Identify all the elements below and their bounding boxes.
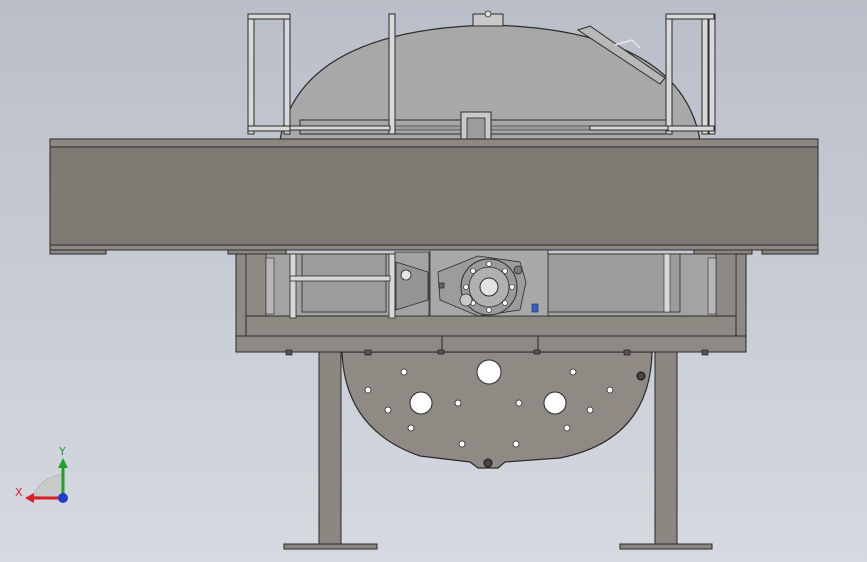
left-foot-plate — [283, 543, 378, 550]
right-foot-plate — [619, 543, 713, 550]
left-leg — [318, 351, 342, 547]
beam-end-flange-right — [761, 249, 819, 255]
triad-z-axis — [58, 493, 68, 503]
bottom-disc-plate — [341, 351, 653, 469]
disc-bolt-bottom — [483, 458, 493, 468]
coordinate-triad: X Y — [15, 445, 68, 503]
cad-model-front-view[interactable]: X Y — [0, 0, 867, 562]
disc-hole-large-center — [476, 359, 502, 385]
triad-y-arrowhead — [58, 458, 68, 468]
main-beam — [49, 138, 819, 255]
beam-end-flange-left — [49, 249, 107, 255]
graphics-viewport[interactable]: X Y — [0, 0, 867, 562]
disc-hole-large-left — [409, 391, 433, 415]
triad-x-arrowhead — [25, 493, 34, 503]
disc-hole-large-right — [543, 391, 567, 415]
gear-drive — [394, 249, 549, 317]
triad-x-label: X — [15, 486, 23, 499]
right-leg — [654, 351, 678, 547]
tank-dome — [279, 10, 701, 143]
triad-y-label: Y — [58, 445, 66, 458]
disc-bolt-right — [636, 371, 646, 381]
